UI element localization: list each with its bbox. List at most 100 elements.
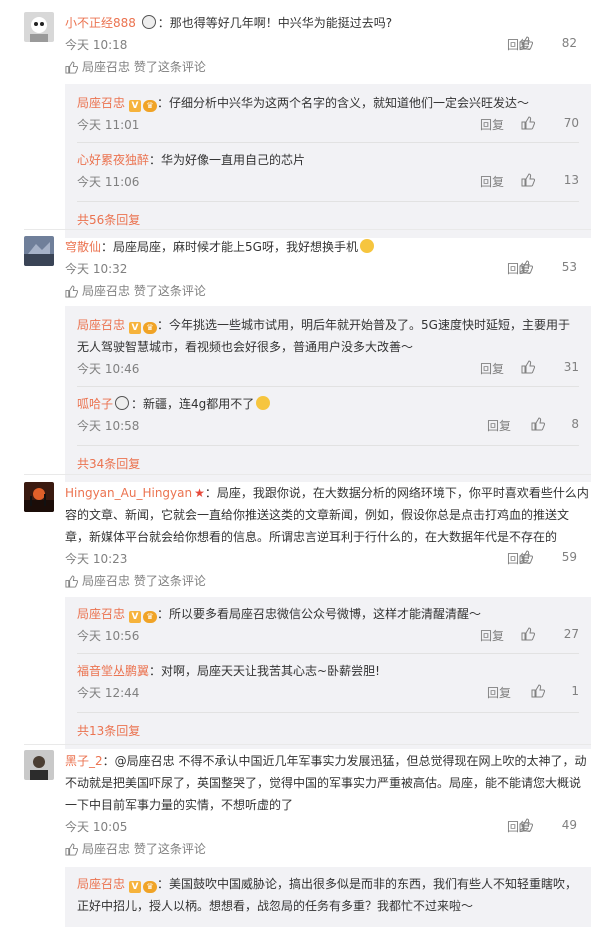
more-replies-link[interactable]: 共34条回复 xyxy=(77,445,579,482)
like-count: 82 xyxy=(561,36,577,50)
thumbs-up-icon xyxy=(519,550,534,567)
reply-box: 局座召忠 V ♛ ：所以要多看局座召忠微信公众号微博，这样才能清醒清醒～ 今天 10:… xyxy=(65,597,591,749)
reply-meta: 今天 10:56 回复 27 xyxy=(77,625,579,647)
comment-username[interactable]: 穹散仙 xyxy=(65,240,101,254)
comment-time: 今天 10:05 xyxy=(65,820,128,834)
reply-box: 局座召忠 V ♛ ：仔细分析中兴华为这两个名字的含义，就知道他们一定会兴旺发达～ 今天… xyxy=(65,84,591,238)
reply-time: 今天 10:58 xyxy=(77,419,140,433)
reply-button[interactable]: 回复 xyxy=(480,116,504,133)
liked-by-author: 局座召忠 赞了这条评论 xyxy=(65,56,591,78)
thumbs-up-icon xyxy=(519,260,534,277)
liked-by-author: 局座召忠 赞了这条评论 xyxy=(65,570,591,592)
crying-emoji-icon xyxy=(359,239,374,253)
liked-by-text: 局座召忠 赞了这条评论 xyxy=(82,284,206,298)
thumbs-up-icon xyxy=(521,360,536,377)
reply-username[interactable]: 局座召忠 xyxy=(77,318,125,332)
thumbs-up-icon xyxy=(65,283,79,305)
verified-v-icon: V xyxy=(129,100,142,112)
liked-by-text: 局座召忠 赞了这条评论 xyxy=(82,842,206,856)
comment-text: @局座召忠 不得不承认中国近几年军事实力发展迅猛，但总觉得现在网上吹的太神了，动… xyxy=(65,754,587,812)
verified-v-icon: V xyxy=(129,322,142,334)
divider xyxy=(24,229,591,230)
avatar[interactable] xyxy=(24,482,54,512)
reply-meta: 今天 12:44 回复 1 xyxy=(77,682,579,704)
comment-time: 今天 10:32 xyxy=(65,262,128,276)
liked-by-text: 局座召忠 赞了这条评论 xyxy=(82,60,206,74)
reply-button[interactable]: 回复 xyxy=(480,627,504,644)
like-count: 8 xyxy=(571,417,579,431)
thumbs-up-icon xyxy=(521,173,536,190)
reply-item: 呱哈子 ：新疆，连4g都用不了 今天 10:58 回复 8 xyxy=(77,386,579,437)
thumbs-up-icon xyxy=(519,818,534,835)
reply-meta: 今天 11:01 回复 70 xyxy=(77,114,579,136)
reply-meta: 今天 10:58 回复 8 xyxy=(77,415,579,437)
reply-button[interactable]: 回复 xyxy=(487,417,511,434)
reply-button[interactable]: 回复 xyxy=(480,173,504,190)
reply-username[interactable]: 心好累夜独醉 xyxy=(77,153,149,167)
like-count: 31 xyxy=(563,360,579,374)
liked-by-author: 局座召忠 赞了这条评论 xyxy=(65,838,591,860)
thumbs-up-icon xyxy=(521,116,536,133)
thumbs-up-icon xyxy=(65,573,79,595)
thumbs-up-icon xyxy=(65,841,79,863)
avatar[interactable] xyxy=(24,12,54,42)
like-count: 27 xyxy=(563,627,579,641)
comment-username[interactable]: 小不正经888 xyxy=(65,16,136,30)
face-emoji-icon xyxy=(256,396,271,410)
comment-meta: 今天 10:23 回复 59 xyxy=(65,548,591,570)
thumbs-up-icon xyxy=(531,417,546,434)
like-count: 13 xyxy=(563,173,579,187)
comment-text: 局座局座，麻时候才能上5G呀，我好想换手机 xyxy=(113,240,358,254)
comment-meta: 今天 10:32 回复 53 xyxy=(65,258,591,280)
reply-text: 新疆，连4g都用不了 xyxy=(143,397,255,411)
like-count: 49 xyxy=(561,818,577,832)
reply-button[interactable]: 回复 xyxy=(487,684,511,701)
level-badge-icon: ♛ xyxy=(143,322,158,334)
reply-username[interactable]: 福音堂丛鹏翼 xyxy=(77,664,149,678)
reply-item: 福音堂丛鹏翼：对啊，局座天天让我苦其心志~卧薪尝胆! 今天 12:44 回复 1 xyxy=(77,653,579,704)
reply-item: 心好累夜独醉：华为好像一直用自己的芯片 今天 11:06 回复 13 xyxy=(77,142,579,193)
reply-username[interactable]: 局座召忠 xyxy=(77,607,125,621)
divider xyxy=(24,474,591,475)
panda-emoji-icon xyxy=(141,15,156,29)
reply-text: 仔细分析中兴华为这两个名字的含义，就知道他们一定会兴旺发达～ xyxy=(169,96,530,110)
avatar[interactable] xyxy=(24,236,54,266)
reply-time: 今天 10:46 xyxy=(77,362,140,376)
verified-v-icon: V xyxy=(129,611,142,623)
level-badge-icon: ♛ xyxy=(143,881,158,893)
reply-username[interactable]: 呱哈子 xyxy=(77,397,113,411)
level-badge-icon: ♛ xyxy=(143,100,158,112)
comment-text: 那也得等好几年啊！中兴华为能挺过去吗? xyxy=(169,16,393,30)
reply-time: 今天 12:44 xyxy=(77,686,140,700)
reply-username[interactable]: 局座召忠 xyxy=(77,877,125,891)
level-badge-icon: ♛ xyxy=(143,611,158,623)
avatar[interactable] xyxy=(24,750,54,780)
thumbs-up-icon xyxy=(65,59,79,81)
reply-item: 局座召忠 V ♛ ：今年挑选一些城市试用，明后年就开始普及了。5G速度快时延短，主要用… xyxy=(77,306,579,380)
reply-text: 所以要多看局座召忠微信公众号微博，这样才能清醒清醒～ xyxy=(169,607,482,621)
star-icon: ★ xyxy=(194,486,205,500)
reply-item: 局座召忠 V ♛ ：所以要多看局座召忠微信公众号微博，这样才能清醒清醒～ 今天 10:… xyxy=(77,597,579,647)
reply-item: 局座召忠 V ♛ ：仔细分析中兴华为这两个名字的含义，就知道他们一定会兴旺发达～ 今天… xyxy=(77,84,579,136)
like-count: 1 xyxy=(571,684,579,698)
thumbs-up-icon xyxy=(531,684,546,701)
reply-username[interactable]: 局座召忠 xyxy=(77,96,125,110)
comment-username[interactable]: 黑子_2 xyxy=(65,754,103,768)
reply-time: 今天 10:56 xyxy=(77,629,140,643)
liked-by-text: 局座召忠 赞了这条评论 xyxy=(82,574,206,588)
panda-emoji-icon xyxy=(115,396,130,410)
reply-time: 今天 11:01 xyxy=(77,118,140,132)
reply-text: 对啊，局座天天让我苦其心志~卧薪尝胆! xyxy=(161,664,380,678)
like-count: 59 xyxy=(561,550,577,564)
reply-meta: 今天 10:46 回复 31 xyxy=(77,358,579,380)
reply-button[interactable]: 回复 xyxy=(480,360,504,377)
more-replies-link[interactable]: 共56条回复 xyxy=(77,201,579,238)
comment-username[interactable]: Hingyan_Au_Hingyan xyxy=(65,486,192,500)
reply-box: 局座召忠 V ♛ ：今年挑选一些城市试用，明后年就开始普及了。5G速度快时延短，主要用… xyxy=(65,306,591,482)
comment-meta: 今天 10:18 回复 82 xyxy=(65,34,591,56)
like-count: 53 xyxy=(561,260,577,274)
verified-v-icon: V xyxy=(129,881,142,893)
reply-meta: 今天 11:06 回复 13 xyxy=(77,171,579,193)
reply-text: 华为好像一直用自己的芯片 xyxy=(161,153,306,167)
thumbs-up-icon xyxy=(521,627,536,644)
